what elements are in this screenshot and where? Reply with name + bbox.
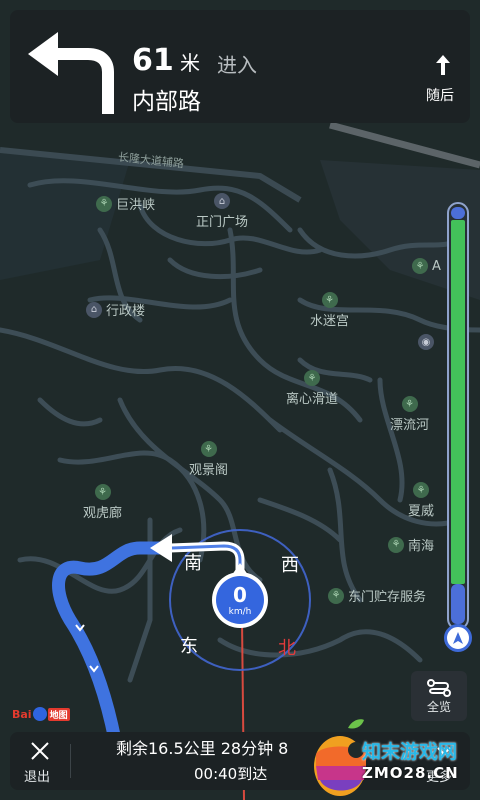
compass-east: 东 bbox=[180, 636, 198, 657]
progress-remaining-top bbox=[451, 207, 465, 219]
close-icon[interactable] bbox=[29, 740, 51, 762]
next-maneuver-label: 随后 bbox=[426, 88, 454, 104]
current-position-marker bbox=[444, 624, 472, 652]
route-progress-bar bbox=[447, 202, 469, 630]
navigation-arrow-icon bbox=[453, 632, 463, 644]
progress-traveled bbox=[451, 584, 465, 624]
turn-instruction-card[interactable]: 61 米 进入 内部路 随后 bbox=[10, 10, 470, 123]
park-icon: ⚘ bbox=[413, 482, 429, 498]
road-name: 内部路 bbox=[132, 89, 201, 115]
paw-icon bbox=[32, 707, 47, 721]
distance-unit: 米 bbox=[180, 51, 200, 75]
speed-value: 0 bbox=[233, 583, 247, 607]
arrival-time: 00:40到达 bbox=[194, 765, 268, 783]
divider bbox=[70, 744, 71, 778]
poi-south-sea[interactable]: ⚘ 南海 bbox=[388, 535, 434, 554]
poi-a[interactable]: ⚘ A bbox=[412, 258, 441, 274]
poi-admin-building[interactable]: ⌂ 行政楼 bbox=[86, 300, 145, 319]
baidu-map-logo: Bai 地图 bbox=[12, 707, 70, 721]
park-icon: ⚘ bbox=[96, 195, 112, 212]
poi-water-maze[interactable]: ⚘ 水迷宫 bbox=[310, 292, 349, 329]
compass-south: 南 bbox=[184, 553, 202, 574]
park-icon: ⚘ bbox=[304, 370, 320, 386]
progress-green bbox=[451, 220, 465, 584]
distance-value: 61 bbox=[132, 43, 174, 78]
poi-east-gate-storage[interactable]: ⚘ 东门贮存服务 bbox=[328, 586, 426, 605]
watermark-text-bottom: ZMO28.CN bbox=[362, 764, 459, 782]
route-overview-icon bbox=[427, 679, 451, 697]
park-icon: ⚘ bbox=[328, 587, 344, 604]
park-icon: ⚘ bbox=[94, 484, 111, 500]
poi-zhengmen-square[interactable]: ⌂ 正门广场 bbox=[196, 193, 248, 230]
building-icon: ⌂ bbox=[214, 193, 230, 209]
poi-centrifugal-slide[interactable]: ⚘ 离心滑道 bbox=[286, 370, 338, 407]
park-icon: ⚘ bbox=[200, 441, 217, 457]
compass-west: 西 bbox=[281, 555, 299, 576]
park-icon: ⚘ bbox=[412, 258, 428, 274]
building-icon: ⌂ bbox=[86, 301, 102, 318]
exit-button[interactable]: 退出 bbox=[24, 766, 50, 785]
remaining-distance-time: 剩余16.5公里 28分钟 8 bbox=[116, 739, 289, 758]
poi-juhongxia[interactable]: ⚘ 巨洪峡 bbox=[96, 194, 155, 213]
poi-hawaii[interactable]: ⚘ 夏威 bbox=[408, 482, 434, 519]
poi-tiger-corridor[interactable]: ⚘ 观虎廊 bbox=[83, 484, 122, 521]
poi-lazy-river[interactable]: ⚘ 漂流河 bbox=[390, 396, 429, 433]
overview-label: 全览 bbox=[426, 700, 451, 714]
park-icon: ⚘ bbox=[401, 396, 418, 412]
straight-arrow-icon bbox=[436, 55, 450, 75]
speed-unit: km/h bbox=[228, 607, 252, 617]
compass-north: 北 bbox=[278, 638, 296, 659]
turn-action: 进入 bbox=[217, 53, 257, 77]
park-icon: ⚘ bbox=[321, 292, 338, 308]
poi-viewing-pavilion[interactable]: ⚘ 观景阁 bbox=[189, 441, 228, 478]
watermark-text-top: 知末游戏网 bbox=[362, 741, 458, 763]
turn-left-arrow-icon bbox=[28, 32, 114, 114]
building-icon: ◉ bbox=[418, 334, 434, 350]
poi-extra[interactable]: ◉ bbox=[418, 334, 434, 350]
park-icon: ⚘ bbox=[388, 536, 404, 553]
